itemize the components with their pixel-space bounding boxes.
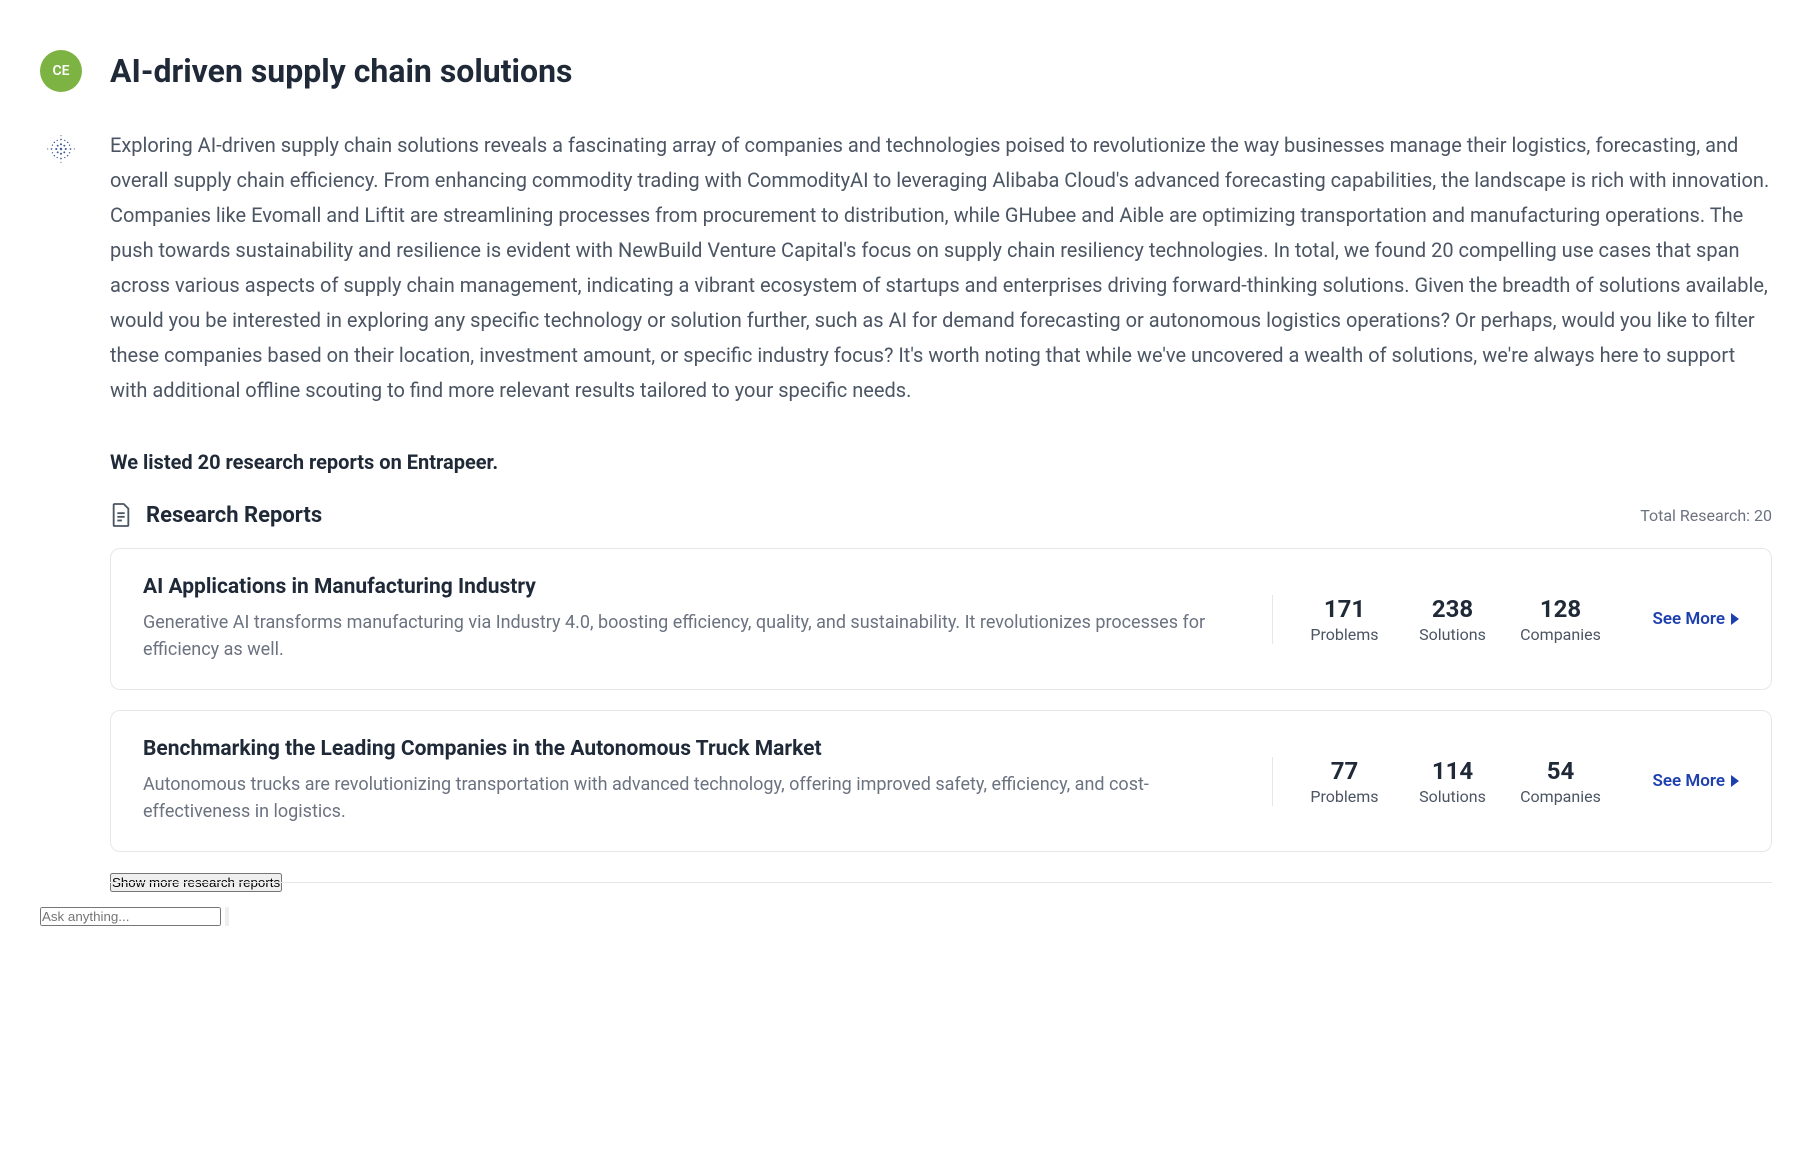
total-research-label: Total Research: 20 [1640, 506, 1772, 525]
stat-value: 128 [1540, 595, 1581, 623]
research-report-card[interactable]: AI Applications in Manufacturing Industr… [110, 548, 1772, 690]
ask-input-container [40, 906, 1772, 926]
section-title: Research Reports [146, 503, 322, 528]
stat-problems: 171 Problems [1301, 595, 1389, 644]
stat-companies: 128 Companies [1517, 595, 1605, 644]
stat-solutions: 238 Solutions [1409, 595, 1497, 644]
response-text: Exploring AI-driven supply chain solutio… [110, 128, 1772, 408]
report-description: Generative AI transforms manufacturing v… [143, 609, 1232, 663]
stat-value: 171 [1324, 595, 1365, 623]
see-more-button[interactable]: See More [1653, 609, 1740, 629]
stat-value: 54 [1547, 757, 1575, 785]
report-description: Autonomous trucks are revolutionizing tr… [143, 771, 1232, 825]
chevron-right-icon [1731, 775, 1739, 787]
bot-avatar-icon [40, 128, 82, 170]
subtitle: We listed 20 research reports on Entrape… [110, 450, 1772, 474]
report-stats: 77 Problems 114 Solutions 54 Companies S… [1272, 757, 1740, 806]
stat-label: Solutions [1419, 787, 1486, 806]
stat-solutions: 114 Solutions [1409, 757, 1497, 806]
show-more-divider: Show more research reports [110, 872, 1772, 892]
ask-input[interactable] [40, 907, 221, 926]
chevron-right-icon [1731, 613, 1739, 625]
report-title: Benchmarking the Leading Companies in th… [143, 737, 1232, 761]
stat-label: Solutions [1419, 625, 1486, 644]
send-button[interactable] [225, 907, 229, 926]
stat-label: Problems [1310, 787, 1378, 806]
report-stats: 171 Problems 238 Solutions 128 Companies… [1272, 595, 1740, 644]
stat-companies: 54 Companies [1517, 757, 1605, 806]
section-header: Research Reports Total Research: 20 [110, 502, 1772, 528]
stat-label: Companies [1520, 625, 1601, 644]
see-more-button[interactable]: See More [1653, 771, 1740, 791]
stat-value: 77 [1331, 757, 1359, 785]
stat-problems: 77 Problems [1301, 757, 1389, 806]
stat-label: Companies [1520, 787, 1601, 806]
see-more-label: See More [1653, 609, 1726, 629]
report-title: AI Applications in Manufacturing Industr… [143, 575, 1232, 599]
user-avatar: CE [40, 50, 82, 92]
document-icon [110, 502, 132, 528]
see-more-label: See More [1653, 771, 1726, 791]
avatar-initials: CE [52, 63, 69, 79]
stat-value: 114 [1432, 757, 1473, 785]
message-row: Exploring AI-driven supply chain solutio… [40, 128, 1772, 408]
divider-line [110, 882, 1772, 883]
header-row: CE AI-driven supply chain solutions [40, 50, 1772, 92]
stat-label: Problems [1310, 625, 1378, 644]
page-title: AI-driven supply chain solutions [110, 52, 572, 90]
research-report-card[interactable]: Benchmarking the Leading Companies in th… [110, 710, 1772, 852]
stat-value: 238 [1432, 595, 1473, 623]
